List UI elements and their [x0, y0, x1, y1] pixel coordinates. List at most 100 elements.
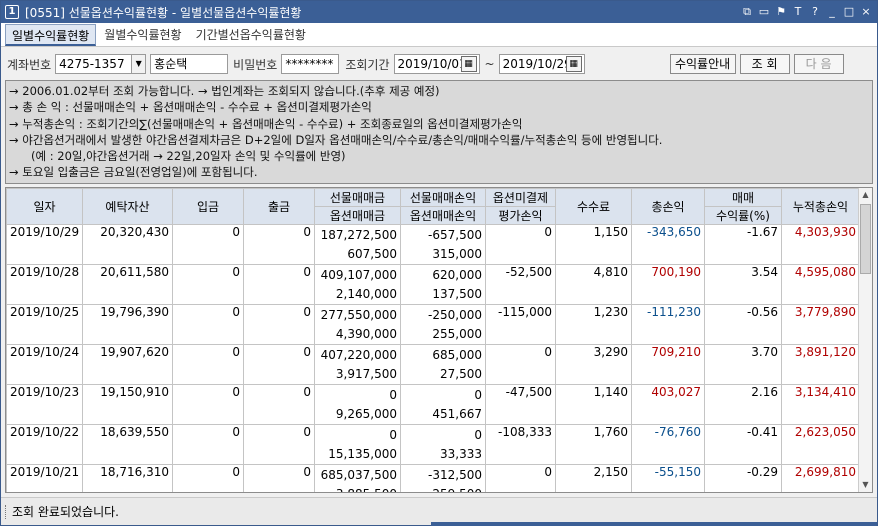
- returns-table-panel: 일자 예탁자산 입금 출금 선물매매금 선물매매손익 옵션미결제 수수료 총손익…: [5, 187, 873, 493]
- table-row[interactable]: 2019/10/25 19,796,390 0 0 277,550,000 -250,00…: [6, 304, 860, 345]
- scroll-down-icon[interactable]: ▼: [859, 478, 872, 492]
- status-accent-bar: [431, 522, 877, 526]
- cell-cumulative-pnl: 4,595,080: [781, 264, 860, 305]
- period-label: 조회기간: [345, 57, 390, 72]
- cell-options-pnl: 259,500: [400, 484, 486, 492]
- table-row[interactable]: 2019/10/29 20,320,430 0 0 187,272,500 -657,50…: [6, 224, 860, 265]
- cell-options-amount: 9,265,000: [314, 404, 401, 425]
- cell-options-pnl: 451,667: [400, 404, 486, 425]
- header-fee[interactable]: 수수료: [555, 188, 632, 225]
- table-body: 2019/10/29 20,320,430 0 0 187,272,500 -657,50…: [6, 224, 860, 492]
- notice-line: → 야간옵션거래에서 발생한 야간옵션결제차금은 D+2일에 D일자 옵션매매손…: [9, 132, 663, 147]
- header-withdraw[interactable]: 출금: [243, 188, 315, 225]
- cell-deposit-in: 0: [172, 384, 244, 425]
- pin-icon[interactable]: ⚑: [774, 4, 788, 19]
- cell-options-amount: 2,140,000: [314, 284, 401, 305]
- header-deposit-in[interactable]: 입금: [172, 188, 244, 225]
- cell-fee: 4,810: [555, 264, 632, 305]
- header-futures-amount[interactable]: 선물매매금: [314, 188, 401, 207]
- cell-options-pnl: 255,000: [400, 324, 486, 345]
- help-icon[interactable]: ?: [808, 4, 822, 19]
- cell-unsettled-pnl: 0: [485, 464, 556, 492]
- header-options-pnl[interactable]: 옵션매매손익: [400, 206, 486, 225]
- header-options-amount[interactable]: 옵션매매금: [314, 206, 401, 225]
- tab-monthly-returns[interactable]: 월별수익률현황: [98, 24, 187, 46]
- link-window-icon[interactable]: ⧉: [740, 4, 754, 19]
- cell-unsettled-pnl: 0: [485, 224, 556, 265]
- chevron-down-icon[interactable]: ▼: [132, 54, 147, 74]
- cell-deposit-in: 0: [172, 344, 244, 385]
- table-row[interactable]: 2019/10/21 18,716,310 0 0 685,037,500 -312,50…: [6, 464, 860, 492]
- cell-fee: 1,230: [555, 304, 632, 345]
- calendar-icon[interactable]: ▦: [565, 56, 582, 72]
- calendar-icon[interactable]: ▦: [460, 56, 477, 72]
- cell-total-pnl: -343,650: [631, 224, 705, 265]
- cell-total-pnl: -55,150: [631, 464, 705, 492]
- vertical-scrollbar[interactable]: ▲ ▼: [858, 188, 872, 492]
- tab-daily-returns[interactable]: 일별수익률현황: [5, 24, 97, 46]
- window-title: [0551] 선물옵션수익률현황 - 일별선물옵션수익률현황: [25, 5, 302, 20]
- header-date[interactable]: 일자: [6, 188, 83, 225]
- table-row[interactable]: 2019/10/28 20,611,580 0 0 409,107,000 620,000…: [6, 264, 860, 305]
- cell-withdraw: 0: [243, 344, 315, 385]
- cell-withdraw: 0: [243, 464, 315, 492]
- cell-futures-amount: 409,107,000: [314, 264, 401, 285]
- cell-date: 2019/10/22: [6, 424, 83, 465]
- cell-fee: 3,290: [555, 344, 632, 385]
- header-unsettled-top[interactable]: 옵션미결제: [485, 188, 556, 207]
- cell-deposit-in: 0: [172, 264, 244, 305]
- table-row[interactable]: 2019/10/23 19,150,910 0 0 0 0 -47,500 1,140 403,…: [6, 384, 860, 425]
- cell-futures-amount: 407,220,000: [314, 344, 401, 365]
- cell-deposit-in: 0: [172, 464, 244, 492]
- next-button[interactable]: 다 음: [793, 54, 844, 74]
- status-bar: 조회 완료되었습니다.: [1, 497, 877, 526]
- cell-total-pnl: 700,190: [631, 264, 705, 305]
- window-controls: ⧉ ▭ ⚑ T ? _ □ ×: [740, 4, 873, 19]
- cell-fee: 1,140: [555, 384, 632, 425]
- scroll-thumb[interactable]: [860, 204, 871, 274]
- cell-deposit-in: 0: [172, 224, 244, 265]
- header-return-top[interactable]: 매매: [704, 188, 782, 207]
- tab-period-returns[interactable]: 기간별선옵수익률현황: [190, 24, 312, 46]
- grip-icon: [5, 504, 8, 519]
- cell-deposit-assets: 20,611,580: [82, 264, 173, 305]
- account-select[interactable]: 4275-1357: [55, 54, 133, 74]
- cell-unsettled-pnl: -108,333: [485, 424, 556, 465]
- header-cumulative-pnl[interactable]: 누적총손익: [781, 188, 860, 225]
- cell-options-amount: 3,917,500: [314, 364, 401, 385]
- notice-line: → 토요일 입출금은 금요일(전영업일)에 포함됩니다.: [9, 165, 258, 180]
- table-row[interactable]: 2019/10/24 19,907,620 0 0 407,220,000 685,000…: [6, 344, 860, 385]
- cell-withdraw: 0: [243, 304, 315, 345]
- table-row[interactable]: 2019/10/22 18,639,550 0 0 0 0 -108,333 1,760 -76…: [6, 424, 860, 465]
- scroll-up-icon[interactable]: ▲: [859, 188, 872, 202]
- font-size-icon[interactable]: T: [791, 4, 805, 19]
- header-deposit-assets[interactable]: 예탁자산: [82, 188, 173, 225]
- header-unsettled-bottom[interactable]: 평가손익: [485, 206, 556, 225]
- cell-return-rate: -0.56: [704, 304, 782, 345]
- notice-line: (예 : 20일,야간옵션거래 → 22일,20일자 손익 및 수익률에 반영): [31, 149, 346, 164]
- cell-options-amount: 3,885,500: [314, 484, 401, 492]
- minimize-icon[interactable]: _: [825, 4, 839, 19]
- header-futures-pnl[interactable]: 선물매매손익: [400, 188, 486, 207]
- header-return-bottom[interactable]: 수익률(%): [704, 206, 782, 225]
- password-field[interactable]: ********: [281, 54, 340, 74]
- cell-cumulative-pnl: 3,134,410: [781, 384, 860, 425]
- cell-options-pnl: 315,000: [400, 244, 486, 265]
- cell-cumulative-pnl: 2,623,050: [781, 424, 860, 465]
- cell-return-rate: -1.67: [704, 224, 782, 265]
- cell-return-rate: 3.54: [704, 264, 782, 305]
- close-icon[interactable]: ×: [859, 4, 873, 19]
- resize-window-icon[interactable]: ▭: [757, 4, 771, 19]
- header-total-pnl[interactable]: 총손익: [631, 188, 705, 225]
- cell-date: 2019/10/23: [6, 384, 83, 425]
- cell-options-pnl: 33,333: [400, 444, 486, 465]
- cell-total-pnl: -76,760: [631, 424, 705, 465]
- app-window: 1 [0551] 선물옵션수익률현황 - 일별선물옵션수익률현황 ⧉ ▭ ⚑ T…: [0, 0, 878, 526]
- notice-line: → 누적총손익 : 조회기간의∑(선물매매손익 + 옵션매매손익 - 수수료) …: [9, 116, 523, 131]
- cell-return-rate: 2.16: [704, 384, 782, 425]
- notice-panel: → 2006.01.02부터 조회 가능합니다. → 법인계좌는 조회되지 않습…: [5, 80, 873, 184]
- tab-bar: 일별수익률현황 월별수익률현황 기간별선옵수익률현황: [1, 23, 877, 47]
- returns-guide-button[interactable]: 수익률안내: [669, 54, 736, 74]
- maximize-icon[interactable]: □: [842, 4, 856, 19]
- query-button[interactable]: 조 회: [739, 54, 790, 74]
